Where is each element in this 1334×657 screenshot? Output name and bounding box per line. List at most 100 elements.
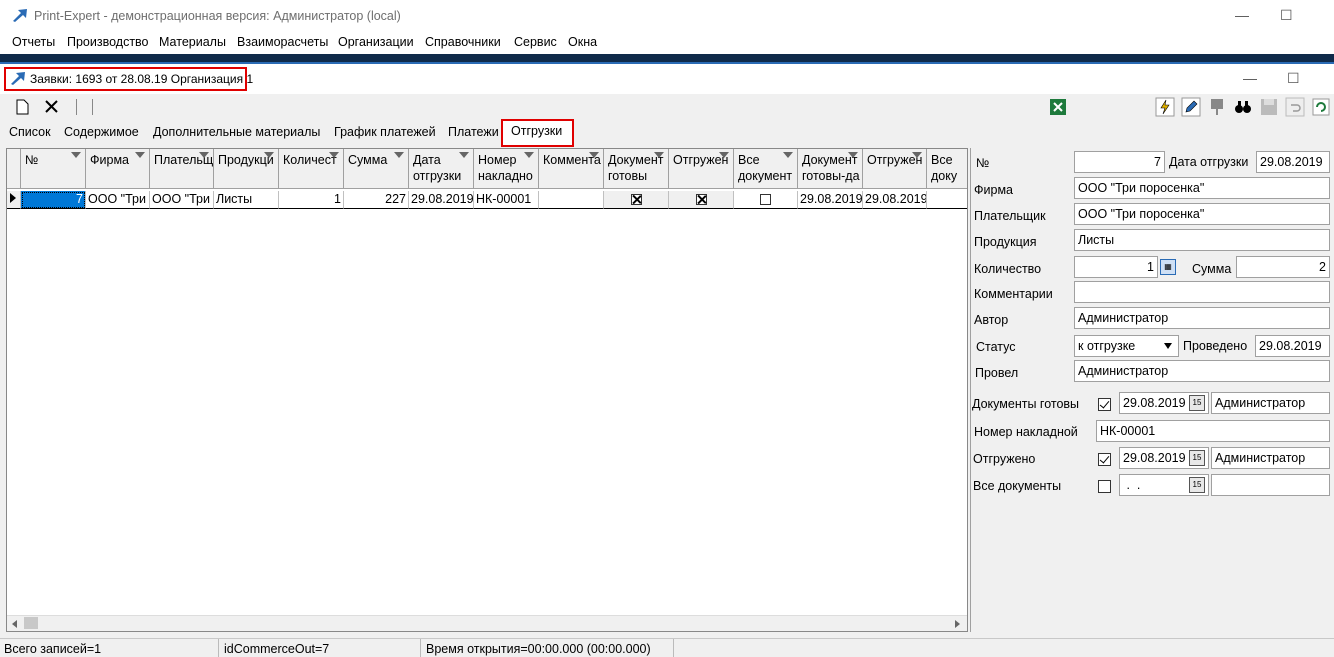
cell-sum[interactable]: 227 — [344, 191, 409, 209]
column-header-docs-ready-date[interactable]: Документ готовы-да — [798, 149, 863, 189]
shipped-label: Отгружено — [973, 452, 1036, 466]
column-header-comment[interactable]: Коммента — [539, 149, 604, 189]
column-header-quantity[interactable]: Количест — [279, 149, 344, 189]
menu-reports[interactable]: Отчеты — [12, 35, 55, 49]
tab-payments[interactable]: Платежи — [448, 125, 499, 139]
binoculars-icon[interactable] — [1233, 97, 1253, 117]
horizontal-scrollbar[interactable] — [7, 615, 967, 631]
invoice-field[interactable]: НК-00001 — [1096, 420, 1330, 442]
chevron-down-icon[interactable] — [1163, 342, 1173, 350]
status-separator — [673, 639, 674, 657]
number-field[interactable]: 7 — [1074, 151, 1165, 173]
calculator-icon[interactable]: ▦ — [1160, 259, 1176, 275]
column-header-shipped[interactable]: Отгружен — [669, 149, 734, 189]
column-header-number[interactable]: № — [21, 149, 86, 189]
menu-directories[interactable]: Справочники — [425, 35, 501, 49]
undo-icon[interactable] — [1285, 97, 1305, 117]
shipped-panel-checkbox[interactable] — [1098, 453, 1111, 466]
new-document-icon[interactable] — [12, 97, 32, 117]
child-minimize-button[interactable]: — — [1243, 70, 1257, 86]
cell-all-docs-date[interactable] — [927, 191, 967, 209]
firm-field[interactable]: ООО "Три поросенка" — [1074, 177, 1330, 199]
column-header-all-docs-date[interactable]: Все доку — [927, 149, 967, 189]
cell-all-docs[interactable] — [734, 191, 798, 209]
docs-ready-panel-checkbox[interactable] — [1098, 398, 1111, 411]
menu-windows[interactable]: Окна — [568, 35, 597, 49]
excel-export-icon[interactable] — [1048, 97, 1068, 117]
column-header-shipped-date[interactable]: Отгружен — [863, 149, 927, 189]
poster-field[interactable]: Администратор — [1074, 360, 1330, 382]
product-field[interactable]: Листы — [1074, 229, 1330, 251]
quantity-field[interactable]: 1 — [1074, 256, 1158, 278]
shipped-checkbox[interactable] — [695, 194, 707, 206]
tab-shipments[interactable]: Отгрузки — [511, 124, 562, 138]
cell-comment[interactable] — [539, 191, 604, 209]
cell-invoice[interactable]: НК-00001 — [474, 191, 539, 209]
row-indicator[interactable] — [7, 191, 21, 209]
column-header-all-docs[interactable]: Все документ — [734, 149, 798, 189]
ship-date-field[interactable]: 29.08.2019 — [1256, 151, 1330, 173]
column-header-payer[interactable]: Плательщ — [150, 149, 214, 189]
menu-organizations[interactable]: Организации — [338, 35, 414, 49]
delete-icon[interactable] — [42, 97, 62, 117]
tab-extra-materials[interactable]: Дополнительные материалы — [153, 125, 320, 139]
shipments-grid[interactable]: № Фирма Плательщ Продукци Количест Сумма… — [6, 148, 968, 632]
cell-quantity[interactable]: 1 — [279, 191, 344, 209]
cell-docs-ready[interactable] — [604, 191, 669, 209]
lightning-icon[interactable] — [1155, 97, 1175, 117]
payer-label: Плательщик — [974, 209, 1046, 223]
menu-materials[interactable]: Материалы — [159, 35, 226, 49]
docs-ready-user-field[interactable]: Администратор — [1211, 392, 1330, 414]
column-header-firm[interactable]: Фирма — [86, 149, 150, 189]
menu-settlements[interactable]: Взаиморасчеты — [237, 35, 328, 49]
cell-payer[interactable]: ООО "Три — [150, 191, 214, 209]
all-docs-label: Все документы — [973, 479, 1062, 493]
tab-list[interactable]: Список — [9, 125, 51, 139]
pin-icon[interactable] — [1207, 97, 1227, 117]
cell-product[interactable]: Листы — [214, 191, 279, 209]
author-field[interactable]: Администратор — [1074, 307, 1330, 329]
minimize-button[interactable]: — — [1235, 7, 1249, 23]
mdi-background-strip — [0, 54, 1334, 64]
menu-service[interactable]: Сервис — [514, 35, 557, 49]
cell-docs-ready-date[interactable]: 29.08.2019 — [798, 191, 863, 209]
save-icon[interactable] — [1259, 97, 1279, 117]
cell-firm[interactable]: ООО "Три — [86, 191, 150, 209]
edit-icon[interactable] — [1181, 97, 1201, 117]
maximize-button[interactable]: ☐ — [1280, 7, 1293, 24]
sum-field[interactable]: 2 — [1236, 256, 1330, 278]
docs-ready-checkbox[interactable] — [630, 194, 642, 206]
all-docs-panel-checkbox[interactable] — [1098, 480, 1111, 493]
child-maximize-button[interactable]: ☐ — [1287, 70, 1300, 87]
cell-shipped[interactable] — [669, 191, 734, 209]
posted-label: Проведено — [1183, 339, 1248, 353]
all-docs-user-field[interactable] — [1211, 474, 1330, 496]
column-header-ship-date[interactable]: Дата отгрузки — [409, 149, 474, 189]
docs-ready-label: Документы готовы — [972, 397, 1080, 411]
all-docs-checkbox[interactable] — [760, 194, 771, 206]
tab-contents[interactable]: Содержимое — [64, 125, 139, 139]
scrollbar-thumb[interactable] — [24, 617, 38, 629]
tab-payment-schedule[interactable]: График платежей — [334, 125, 436, 139]
firm-label: Фирма — [974, 183, 1013, 197]
column-header-docs-ready[interactable]: Документ готовы — [604, 149, 669, 189]
posted-field[interactable]: 29.08.2019 — [1255, 335, 1330, 357]
scroll-left-icon[interactable] — [10, 619, 18, 629]
calendar-icon[interactable]: 15 — [1189, 395, 1205, 411]
comments-field[interactable] — [1074, 281, 1330, 303]
scroll-right-icon[interactable] — [954, 619, 962, 629]
refresh-icon[interactable] — [1311, 97, 1331, 117]
calendar-icon[interactable]: 15 — [1189, 477, 1205, 493]
cell-shipped-date[interactable]: 29.08.2019 — [863, 191, 927, 209]
menu-production[interactable]: Производство — [67, 35, 149, 49]
payer-field[interactable]: ООО "Три поросенка" — [1074, 203, 1330, 225]
shipped-user-field[interactable]: Администратор — [1211, 447, 1330, 469]
column-header-invoice[interactable]: Номер накладно — [474, 149, 539, 189]
cell-ship-date[interactable]: 29.08.2019 — [409, 191, 474, 209]
column-header-product[interactable]: Продукци — [214, 149, 279, 189]
calendar-icon[interactable]: 15 — [1189, 450, 1205, 466]
app-logo-icon — [13, 9, 27, 22]
column-header-sum[interactable]: Сумма — [344, 149, 409, 189]
cell-number[interactable]: 7 — [21, 191, 86, 209]
app-title: Print-Expert - демонстрационная версия: … — [34, 9, 401, 23]
